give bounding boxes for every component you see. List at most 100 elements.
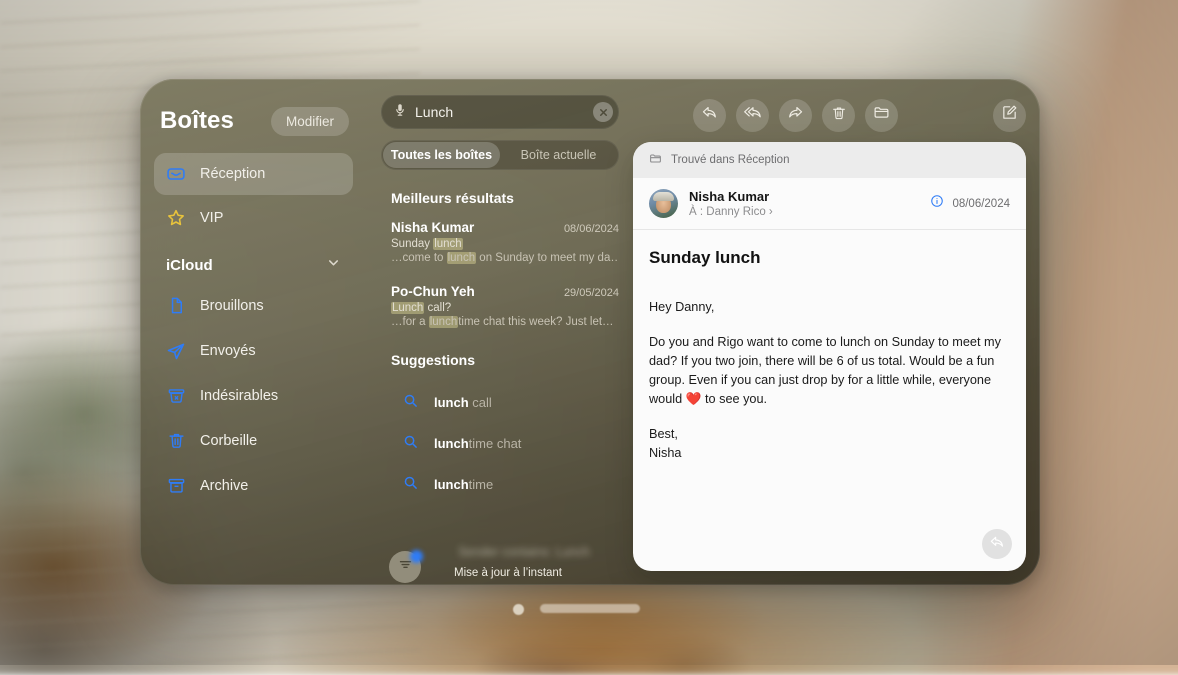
result-subject-post: call?	[424, 302, 451, 314]
draft-document-icon	[166, 296, 186, 316]
reply-button[interactable]	[693, 99, 726, 132]
sidebar-item-label: Archive	[200, 478, 248, 494]
forward-icon	[787, 104, 804, 126]
result-date: 29/05/2024	[564, 287, 619, 299]
message-date: 08/06/2024	[952, 198, 1010, 210]
sidebar-item-envoyes[interactable]: Envoyés	[154, 330, 353, 371]
result-row-header: Po-Chun Yeh 29/05/2024	[391, 284, 619, 299]
sidebar-item-reception[interactable]: Réception	[154, 153, 353, 195]
forward-button[interactable]	[779, 99, 812, 132]
result-row[interactable]: Nisha Kumar 08/06/2024 Sunday lunch …com…	[391, 220, 619, 264]
result-date: 08/06/2024	[564, 223, 619, 235]
inbox-icon	[166, 164, 186, 184]
folder-icon	[649, 152, 662, 168]
search-query-text[interactable]: Lunch	[415, 104, 585, 120]
suggestion-bold: lunch	[434, 477, 469, 492]
message-header-text: Nisha Kumar À : Danny Rico ›	[689, 189, 919, 218]
sidebar-item-label: Réception	[200, 166, 265, 182]
suggestion-rest: time	[469, 477, 494, 492]
quick-reply-button[interactable]	[982, 529, 1012, 559]
reply-all-button[interactable]	[736, 99, 769, 132]
result-snippet-highlight: lunch	[429, 316, 459, 328]
suggestion-item[interactable]: lunchtime chat	[391, 423, 619, 464]
archive-box-icon	[166, 476, 186, 496]
result-sender: Nisha Kumar	[391, 220, 474, 235]
compose-button[interactable]	[993, 99, 1026, 132]
suggestion-item[interactable]: lunch call	[391, 382, 619, 423]
delete-button[interactable]	[822, 99, 855, 132]
junk-bin-icon	[166, 386, 186, 406]
results-scroll-area[interactable]: Meilleurs résultats Nisha Kumar 08/06/20…	[381, 190, 619, 585]
chevron-right-icon[interactable]: ›	[769, 206, 773, 218]
result-sender: Po-Chun Yeh	[391, 284, 475, 299]
section-title-top-results: Meilleurs résultats	[391, 190, 619, 206]
trash-icon	[831, 105, 847, 126]
edit-button[interactable]: Modifier	[271, 107, 349, 136]
suggestion-bold: lunch	[434, 436, 469, 451]
sidebar-item-label: VIP	[200, 210, 223, 226]
result-snippet: …for a lunchtime chat this week? Just le…	[391, 316, 619, 328]
search-magnifier-icon	[403, 393, 418, 413]
message-recipient[interactable]: À : Danny Rico ›	[689, 206, 919, 218]
message-paragraph: Do you and Rigo want to come to lunch on…	[649, 333, 1010, 409]
result-subject: Lunch call?	[391, 302, 619, 314]
tab-all-mailboxes[interactable]: Toutes les boîtes	[383, 142, 500, 168]
scope-segmented-control[interactable]: Toutes les boîtes Boîte actuelle	[381, 140, 619, 170]
result-row[interactable]: Po-Chun Yeh 29/05/2024 Lunch call? …for …	[391, 284, 619, 328]
sidebar-top-list: Réception VIP	[154, 153, 353, 237]
result-snippet-post: time chat this week? Just let…	[458, 316, 613, 328]
folder-move-icon	[873, 104, 890, 126]
reply-icon	[989, 534, 1005, 555]
chevron-down-icon[interactable]	[326, 255, 341, 275]
result-snippet-highlight: lunch	[447, 252, 477, 264]
sidebar-item-corbeille[interactable]: Corbeille	[154, 420, 353, 461]
sidebar-header: Boîtes Modifier	[154, 95, 353, 141]
suggestion-item[interactable]: lunchtime	[391, 464, 619, 505]
star-icon	[166, 208, 186, 228]
message-detail-pane: Trouvé dans Réception Nisha Kumar À : Da…	[633, 79, 1040, 585]
paper-plane-icon	[166, 341, 186, 361]
sidebar-item-vip[interactable]: VIP	[154, 199, 353, 237]
result-snippet-pre: …come to	[391, 252, 447, 264]
result-row-header: Nisha Kumar 08/06/2024	[391, 220, 619, 235]
filter-button[interactable]	[389, 551, 421, 583]
microphone-icon[interactable]	[393, 102, 407, 123]
result-subject-pre: Sunday	[391, 238, 433, 250]
sidebar-group-label: iCloud	[166, 257, 213, 274]
sidebar-item-label: Brouillons	[200, 298, 264, 314]
avatar-hat	[653, 192, 674, 201]
sidebar-item-brouillons[interactable]: Brouillons	[154, 285, 353, 326]
message-paragraph: Hey Danny,	[649, 298, 1010, 317]
sidebar-item-archive[interactable]: Archive	[154, 465, 353, 506]
result-snippet: …come to lunch on Sunday to meet my da…	[391, 252, 619, 264]
result-subject-highlight: lunch	[433, 238, 463, 250]
message-sender: Nisha Kumar	[689, 189, 919, 204]
sidebar-item-label: Indésirables	[200, 388, 278, 404]
message-subject: Sunday lunch	[649, 248, 1010, 268]
sidebar-item-indesirables[interactable]: Indésirables	[154, 375, 353, 416]
move-to-folder-button[interactable]	[865, 99, 898, 132]
message-header-right: 08/06/2024	[930, 194, 1010, 213]
active-filter-chip: Sender contains: Lunch	[399, 545, 619, 559]
message-toolbar	[633, 93, 1026, 137]
avatar	[649, 189, 678, 218]
suggestion-rest: call	[469, 395, 492, 410]
suggestion-label: lunch call	[434, 395, 492, 410]
window-resize-bar[interactable]	[540, 604, 640, 613]
trash-icon	[166, 431, 186, 451]
window-move-dot[interactable]	[513, 604, 524, 615]
message-body: Sunday lunch Hey Danny, Do you and Rigo …	[633, 230, 1026, 479]
info-circle-icon[interactable]	[930, 194, 944, 213]
sidebar-group-icloud[interactable]: iCloud	[154, 241, 353, 283]
tab-current-mailbox[interactable]: Boîte actuelle	[500, 142, 617, 168]
search-input[interactable]: Lunch	[381, 95, 619, 129]
section-title-suggestions: Suggestions	[391, 352, 619, 368]
suggestion-label: lunchtime	[434, 477, 493, 492]
clear-circle-icon[interactable]	[593, 102, 613, 122]
result-subject: Sunday lunch	[391, 238, 619, 250]
reply-icon	[701, 104, 718, 126]
found-in-label: Trouvé dans Réception	[671, 154, 789, 166]
message-header: Nisha Kumar À : Danny Rico › 08/06/2024	[633, 178, 1026, 230]
sidebar-item-label: Corbeille	[200, 433, 257, 449]
reply-all-icon	[744, 104, 762, 126]
